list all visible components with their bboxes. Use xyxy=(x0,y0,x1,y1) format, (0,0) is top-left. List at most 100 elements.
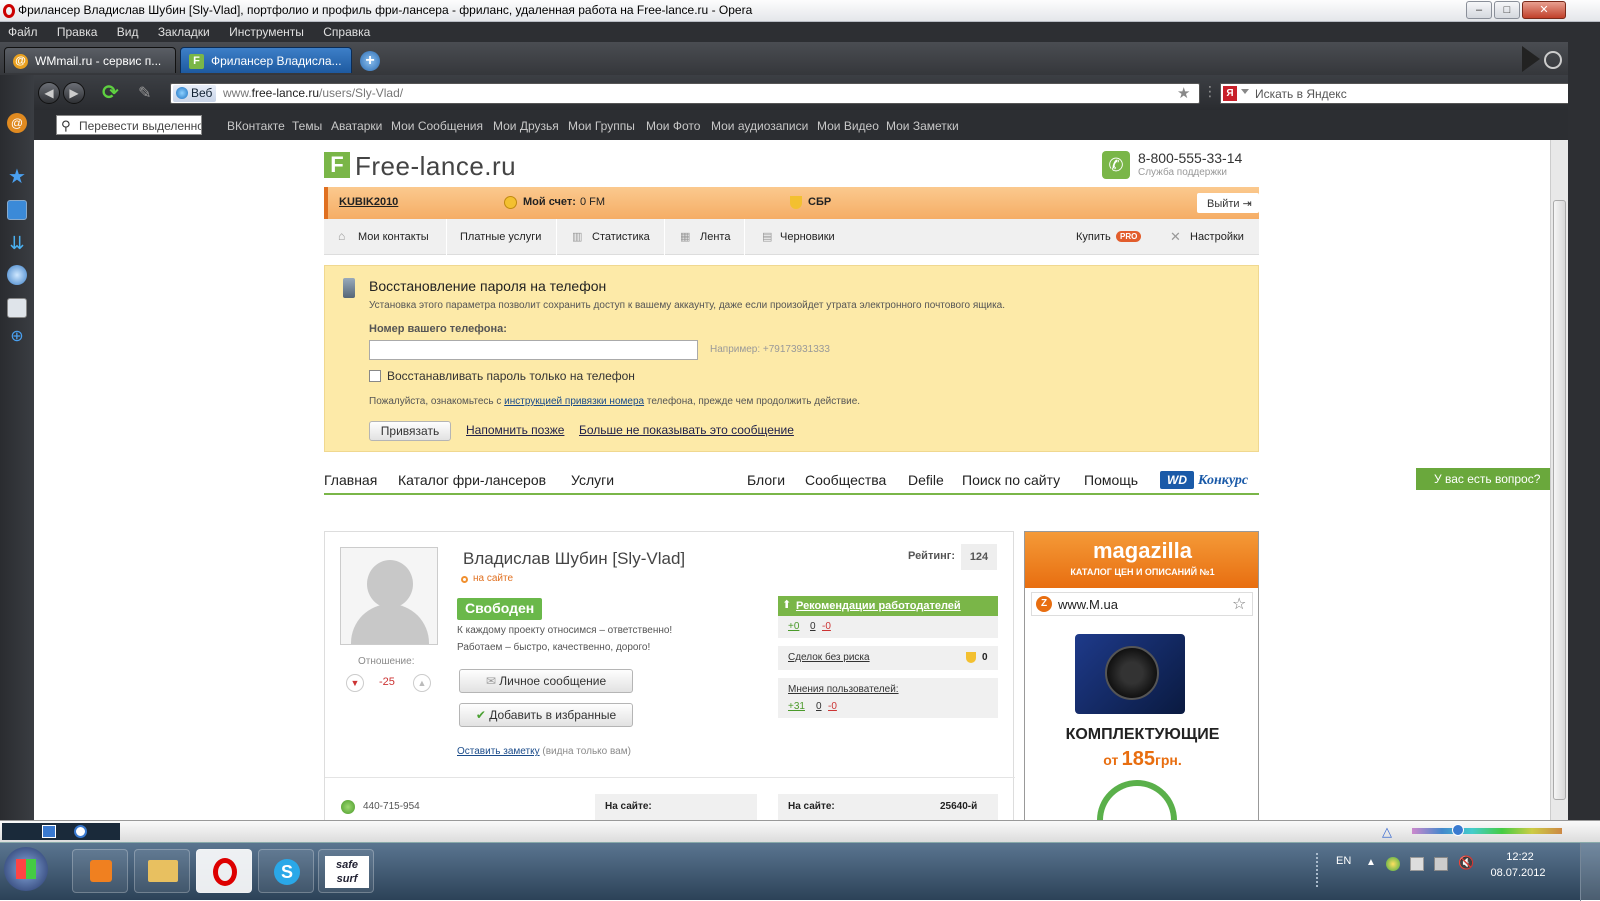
bookmark-item[interactable]: Аватарки xyxy=(331,119,382,133)
maximize-button[interactable]: □ xyxy=(1494,1,1520,19)
language-indicator[interactable]: EN xyxy=(1336,855,1351,867)
site-logo-icon[interactable]: F xyxy=(324,152,350,178)
bookmark-item[interactable]: Мои Фото xyxy=(646,119,700,133)
bookmark-item[interactable]: Мои Видео xyxy=(817,119,879,133)
tab-scroll-arrow-icon[interactable] xyxy=(1522,46,1540,72)
deals-link[interactable]: Сделок без риска xyxy=(788,652,870,663)
opinions-neutral[interactable]: 0 xyxy=(816,701,822,712)
avatar[interactable] xyxy=(340,547,438,645)
taskbar-opera[interactable] xyxy=(196,849,252,893)
nav-search[interactable]: Поиск по сайту xyxy=(962,472,1060,488)
instruction-link[interactable]: инструкцией привязки номера xyxy=(504,396,644,407)
zoom-slider[interactable] xyxy=(1412,824,1562,836)
question-tab[interactable]: У вас есть вопрос? xyxy=(1416,468,1550,490)
subnav-contacts[interactable]: Мои контакты xyxy=(358,231,429,243)
bookmark-item[interactable]: Мои Заметки xyxy=(886,119,959,133)
tab-wmmail[interactable]: @ WMmail.ru - сервис п... xyxy=(4,47,176,73)
edit-pencil-icon[interactable]: ✎ xyxy=(138,83,162,103)
tray-expand-icon[interactable]: ▲ xyxy=(1366,857,1376,868)
checkbox-label[interactable]: Восстанавливать пароль только на телефон xyxy=(387,369,635,383)
taskbar-skype[interactable]: S xyxy=(258,849,314,893)
panels-icon[interactable] xyxy=(7,298,27,318)
menu-help[interactable]: Справка xyxy=(315,22,378,39)
remind-later-link[interactable]: Напомнить позже xyxy=(466,423,564,437)
recommend-positive[interactable]: +0 xyxy=(788,621,799,632)
nav-home[interactable]: Главная xyxy=(324,472,377,488)
mail-at-icon[interactable]: @ xyxy=(7,113,27,133)
address-field[interactable]: Веб www.free-lance.ru/users/Sly-Vlad/ ★ xyxy=(170,83,1200,104)
logout-button[interactable]: Выйти ⇥ xyxy=(1197,193,1259,213)
add-favorite-button[interactable]: ✔ Добавить в избранные xyxy=(459,703,633,727)
username-link[interactable]: KUBIK2010 xyxy=(339,196,398,208)
taskbar-media-player[interactable] xyxy=(72,849,128,893)
reload-icon[interactable]: ⟳ xyxy=(102,82,126,104)
start-button[interactable] xyxy=(4,847,48,891)
recommend-negative[interactable]: -0 xyxy=(822,621,831,632)
subnav-paid[interactable]: Платные услуги xyxy=(460,231,541,243)
clock-time[interactable]: 12:22 xyxy=(1490,851,1550,863)
volume-muted-icon[interactable]: 🔇 xyxy=(1458,855,1474,871)
close-window-button[interactable]: ✕ xyxy=(1522,1,1566,19)
recommend-neutral[interactable]: 0 xyxy=(810,621,816,632)
new-tab-icon[interactable]: + xyxy=(360,51,380,71)
bookmark-item[interactable]: ВКонтакте xyxy=(227,119,285,133)
zoom-slider-knob[interactable] xyxy=(1452,824,1464,836)
subnav-drafts[interactable]: Черновики xyxy=(780,231,835,243)
phone-input[interactable] xyxy=(369,340,698,360)
bind-button[interactable]: Привязать xyxy=(369,421,451,441)
recommend-link[interactable]: Рекомендации работодателей xyxy=(796,600,961,612)
web-badge[interactable]: Веб xyxy=(173,85,217,102)
private-message-button[interactable]: ✉ Личное сообщение xyxy=(459,669,633,693)
scrollbar-thumb[interactable] xyxy=(1553,200,1566,800)
forward-arrow-icon[interactable]: ▶ xyxy=(63,82,85,104)
panel-toggle-icon[interactable] xyxy=(42,825,56,838)
unite-icon[interactable]: △ xyxy=(1382,824,1400,840)
contest-link[interactable]: Конкурс xyxy=(1198,473,1248,489)
back-arrow-icon[interactable]: ◀ xyxy=(38,82,60,104)
menu-view[interactable]: Вид xyxy=(109,22,147,39)
star-bookmark-icon[interactable]: ★ xyxy=(1177,84,1190,102)
nav-services[interactable]: Услуги xyxy=(571,472,614,488)
nav-help[interactable]: Помощь xyxy=(1084,472,1138,488)
translate-field[interactable]: ⚲ Перевести выделенное xyxy=(56,115,202,135)
url-text[interactable]: www.free-lance.ru/users/Sly-Vlad/ xyxy=(223,86,403,100)
bookmark-item[interactable]: Мои Друзья xyxy=(493,119,559,133)
bookmark-item[interactable]: Мои Группы xyxy=(568,119,635,133)
nav-defile[interactable]: Defile xyxy=(908,472,944,488)
bookmark-item[interactable]: Мои Сообщения xyxy=(391,119,483,133)
subnav-feed[interactable]: Лента xyxy=(700,231,730,243)
opinions-negative[interactable]: -0 xyxy=(828,701,837,712)
vote-down-icon[interactable]: ▼ xyxy=(346,674,364,692)
menu-bookmarks[interactable]: Закладки xyxy=(150,22,218,39)
downloads-icon[interactable]: ⇊ xyxy=(7,233,27,253)
taskbar-explorer[interactable] xyxy=(134,849,190,893)
minimize-button[interactable]: – xyxy=(1466,1,1492,19)
nav-blogs[interactable]: Блоги xyxy=(747,472,785,488)
vote-up-icon[interactable]: ▲ xyxy=(413,674,431,692)
bookmark-item[interactable]: Мои аудиозаписи xyxy=(711,119,808,133)
pro-badge[interactable]: PRO xyxy=(1116,231,1142,242)
menu-file[interactable]: Файл xyxy=(0,22,46,39)
opinions-link[interactable]: Мнения пользователей: xyxy=(788,684,899,695)
page-scrollbar[interactable] xyxy=(1550,140,1568,820)
leave-note-link[interactable]: Оставить заметку xyxy=(457,746,540,757)
bookmark-item[interactable]: Темы xyxy=(292,119,322,133)
trash-closed-tabs-icon[interactable] xyxy=(1544,51,1562,69)
nav-communities[interactable]: Сообщества xyxy=(805,472,886,488)
menu-edit[interactable]: Правка xyxy=(49,22,106,39)
settings-link[interactable]: Настройки xyxy=(1190,231,1244,243)
phone-only-checkbox[interactable] xyxy=(369,370,381,382)
tab-freelance[interactable]: F Фрилансер Владисла... xyxy=(180,47,352,73)
clock-date[interactable]: 08.07.2012 xyxy=(1486,867,1550,879)
opinions-positive[interactable]: +31 xyxy=(788,701,805,712)
menu-tools[interactable]: Инструменты xyxy=(221,22,312,39)
search-field[interactable]: Я Искать в Яндекс ⚲ xyxy=(1220,83,1596,104)
tray-app-icon[interactable] xyxy=(1386,857,1400,871)
buy-link[interactable]: Купить xyxy=(1076,231,1111,243)
account-label[interactable]: Мой счет: xyxy=(523,196,576,208)
nav-catalog[interactable]: Каталог фри-лансеров xyxy=(398,472,546,488)
chevron-down-icon[interactable] xyxy=(1241,89,1249,94)
wd-logo-icon[interactable]: WD xyxy=(1160,471,1194,489)
bookmarks-star-icon[interactable]: ★ xyxy=(7,167,27,187)
turbo-icon[interactable] xyxy=(74,825,87,838)
